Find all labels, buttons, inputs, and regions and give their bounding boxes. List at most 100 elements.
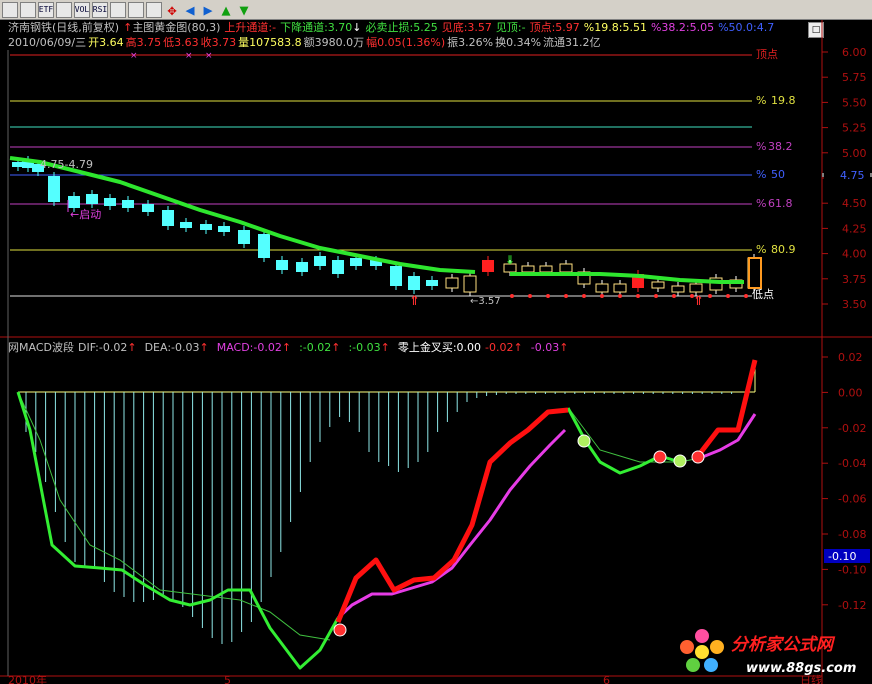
bottom-dot [618,294,622,298]
macd-tick-label: -0.08 [838,528,866,541]
fib-382-pct: % [756,140,766,153]
macd-axis-badge-text: -0.10 [828,550,856,563]
candle-body [651,281,665,289]
bottom-dot [600,294,604,298]
dif-green-line [16,391,681,670]
bottom-dot [528,294,532,298]
candle-body [276,260,288,270]
bottom-month-6: 6 [603,674,610,684]
price-tick-label: 4.00 [842,248,867,261]
candle-body [332,260,344,274]
price-tick-label: 4.50 [842,197,867,210]
candle-body [463,275,477,293]
candle-body [200,224,212,230]
candle-body [48,176,60,202]
bottom-dot [582,294,586,298]
bottom-dot [636,294,640,298]
candle-body [104,198,116,206]
candle-body [671,285,685,293]
macd-tick-label: -0.04 [838,457,866,470]
macd-tick-label: 0.02 [838,351,863,364]
range-label: 4.75-4.79 [40,158,93,171]
bottom-dot [510,294,514,298]
candle-body [162,210,174,226]
watermark-logo: 分析家公式网 www.88gs.com [680,629,856,676]
candle-body-last [748,257,762,289]
top-x-marker: × [205,51,213,61]
candle-body [595,283,609,293]
candle-body [482,260,494,272]
fib-50-label: 50 [771,168,785,181]
macd-tick-label: -0.06 [838,493,866,506]
candle-body [689,283,703,293]
price-tick-label: 5.75 [842,71,867,84]
price-tick-label: 5.25 [842,122,867,135]
macd-tick-label: -0.10 [838,563,866,576]
macd-histogram [25,392,733,644]
fib-809-label: 80.9 [771,243,796,256]
low-marker-label: ←3.57 [470,296,501,307]
watermark-title: 分析家公式网 [731,635,836,655]
top-point-label: 顶点 [756,48,778,61]
candle-body [218,226,230,232]
price-tick-label: 5.00 [842,147,867,160]
fib-382-label: 38.2 [768,140,793,153]
sell-signal-dot [691,450,705,464]
fib-198-label: 19.8 [771,94,796,107]
watermark-url: www.88gs.com [746,661,856,676]
candle-body [68,196,80,208]
candle-body [180,222,192,228]
bottom-dot [546,294,550,298]
price-tick-label: 3.75 [842,273,867,286]
bottom-dot [726,294,730,298]
buy-signal-dot [673,454,687,468]
macd-tick-label: -0.02 [838,422,866,435]
fib-50-pct: % [756,168,766,181]
candle-body [142,204,154,212]
price-tick-label: 5.50 [842,96,867,109]
down-arrow-icon: ⇓ [505,253,515,267]
sell-signal-dot [653,450,667,464]
macd-tick-label: -0.12 [838,599,866,612]
fib-809-pct: % [756,243,766,256]
price-tick-label: 4.25 [842,222,867,235]
up-arrow-icon: ⇑ [409,294,420,309]
fib-198-pct: % [756,94,766,107]
bottom-dot [672,294,676,298]
up-arrow-icon: ⇑ [693,294,704,309]
macd-markers [333,434,705,637]
fib-618-pct: % [756,197,766,210]
candle-body [238,230,250,244]
price-tick-label: 6.00 [842,46,867,59]
buy-signal-dot [577,434,591,448]
macd-tick-label: 0.00 [838,386,863,399]
bottom-month-5: 5 [224,674,231,684]
main-axis-badge-text: 4.75 [840,169,865,182]
flower-logo-icon [680,629,724,672]
candle-body [445,277,459,289]
bottom-dot [654,294,658,298]
candle-body [390,266,402,286]
candle-body [86,194,98,204]
candle-body [539,265,553,273]
candle-body [122,200,134,208]
top-x-marker: × [130,51,138,61]
candle-body [613,283,627,293]
candle-body [314,256,326,266]
candle-body [296,262,308,272]
price-tick-label: 3.50 [842,298,867,311]
top-x-marker: × [185,51,193,61]
fib-618-label: 61.8 [768,197,793,210]
candle-body [426,280,438,286]
bottom-label: 低点 [752,288,774,301]
bottom-dot [708,294,712,298]
candle-body [408,276,420,290]
candle-body [521,265,535,273]
bottom-year-label: 2010年 [8,673,47,684]
candle-body [350,258,362,266]
start-label: ←启动 [70,208,101,221]
bottom-dot [744,294,748,298]
candle-body [258,234,270,258]
candle-body [559,263,573,273]
chart-canvas[interactable]: × × × 顶点 % 19.8 % 38.2 % 50 % 61.8 % 80.… [0,0,872,684]
